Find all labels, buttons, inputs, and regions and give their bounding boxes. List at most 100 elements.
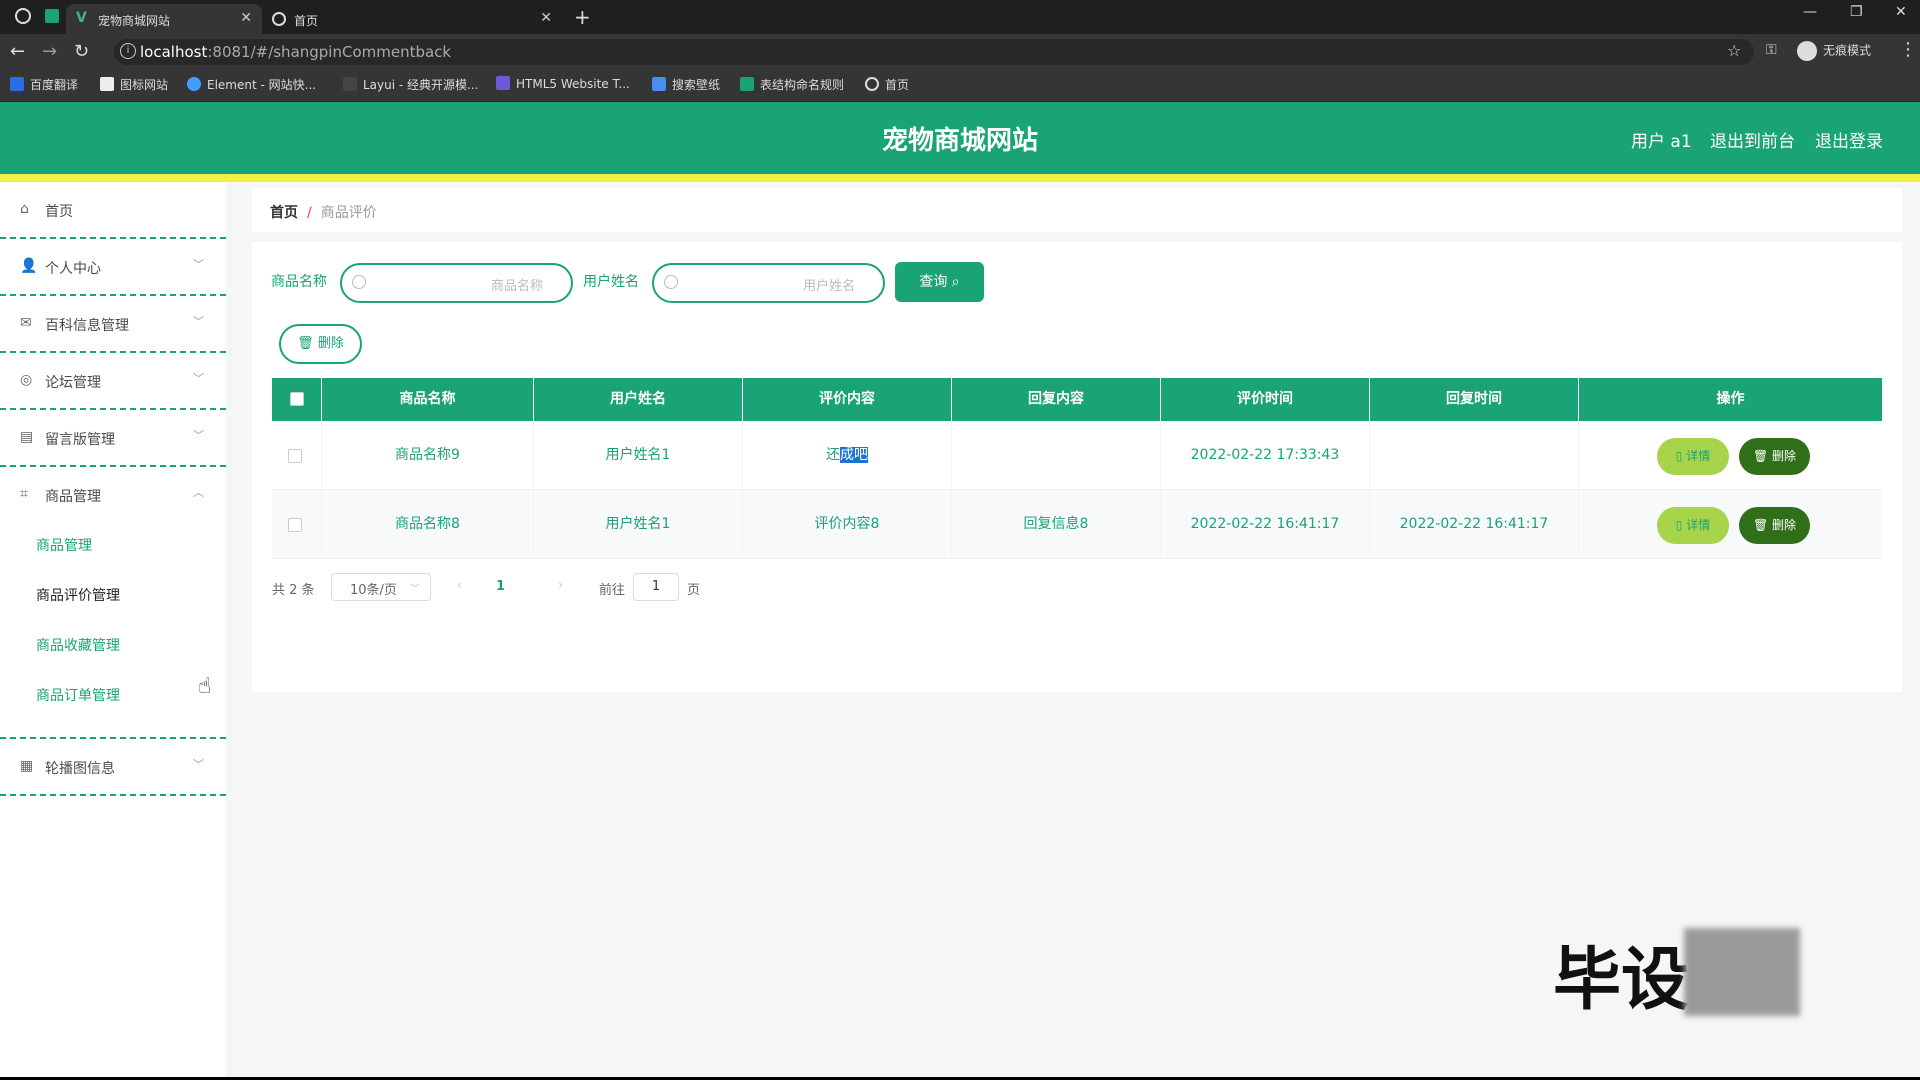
row-checkbox[interactable] xyxy=(288,449,302,463)
prev-page-icon[interactable]: ‹ xyxy=(457,578,462,593)
briefcase-icon: ▤ xyxy=(20,429,34,445)
bookmark-star-icon[interactable]: ☆ xyxy=(1727,41,1741,60)
cell-actions: ▯ 详情 🗑 删除 xyxy=(1579,490,1882,559)
cell-comment: 评价内容8 xyxy=(743,490,952,559)
document-icon: ▯ xyxy=(1675,449,1683,463)
cell-product: 商品名称8 xyxy=(322,490,534,559)
chevron-down-icon: ﹀ xyxy=(193,258,204,271)
product-name-input[interactable]: 商品名称 xyxy=(340,263,573,303)
bookmark-item[interactable]: Layui - 经典开源模... xyxy=(343,76,478,93)
select-all-checkbox[interactable] xyxy=(290,392,304,406)
bookmark-item[interactable]: 图标网站 xyxy=(100,76,168,93)
restore-icon[interactable]: ❐ xyxy=(1850,4,1863,20)
minimize-icon[interactable]: — xyxy=(1803,4,1817,20)
sidebar-item-messages[interactable]: ▤ 留言版管理 ﹀ xyxy=(0,410,226,467)
chevron-down-icon: ﹀ xyxy=(410,584,420,595)
blurred-watermark xyxy=(1684,928,1800,1016)
page-size-select[interactable]: 10条/页 ﹀ xyxy=(331,573,431,601)
cell-user: 用户姓名1 xyxy=(534,421,743,490)
chevron-down-icon: ﹀ xyxy=(193,372,204,385)
user-name-label: 用户姓名 xyxy=(583,274,639,290)
window-close-icon[interactable]: ✕ xyxy=(1895,4,1907,20)
breadcrumb-home[interactable]: 首页 xyxy=(270,205,298,221)
tab-home[interactable]: 首页 ✕ xyxy=(262,4,562,34)
pinned-tab-icon[interactable] xyxy=(45,9,59,23)
app-viewport: 宠物商城网站 用户 a1 退出到前台 退出登录 ⌂ 首页 👤 个人中心 ﹀ ✉ … xyxy=(0,102,1920,1077)
grid-icon: ▦ xyxy=(20,758,34,774)
bookmark-item[interactable]: Element - 网站快... xyxy=(187,76,316,93)
sidebar-item-forum[interactable]: ◎ 论坛管理 ﹀ xyxy=(0,353,226,410)
bookmark-item[interactable]: 首页 xyxy=(865,76,909,93)
bookmark-item[interactable]: HTML5 Website T... xyxy=(496,76,630,91)
hand-cursor-icon: ☝ xyxy=(198,674,212,699)
back-icon[interactable]: ← xyxy=(10,41,25,62)
user-label: 用户 a1 xyxy=(1631,132,1692,152)
column-header: 操作 xyxy=(1716,391,1745,407)
table-header: 商品名称 用户姓名 评价内容 回复内容 评价时间 回复时间 操作 xyxy=(272,378,1882,421)
more-menu-icon[interactable]: ⋮ xyxy=(1899,39,1917,60)
url-bar[interactable]: i localhost:8081/#/shangpinCommentback xyxy=(114,39,1754,65)
submenu-product-favorite[interactable]: 商品收藏管理 xyxy=(36,635,120,655)
cell-actions: ▯ 详情 🗑 删除 xyxy=(1579,421,1882,490)
reload-icon[interactable]: ↻ xyxy=(74,41,89,62)
chrome-icon xyxy=(15,8,31,24)
cell-comment: 还成吧 xyxy=(743,421,952,490)
logout-link[interactable]: 退出登录 xyxy=(1815,127,1883,152)
info-icon[interactable]: i xyxy=(120,43,136,59)
sheet-icon xyxy=(740,77,754,91)
key-icon[interactable]: ⚿ xyxy=(1766,42,1777,58)
page-number[interactable]: 1 xyxy=(496,579,505,594)
column-header: 用户姓名 xyxy=(534,378,743,421)
query-button[interactable]: 查询 ⌕ xyxy=(895,262,984,302)
incognito-indicator[interactable]: 无痕模式 xyxy=(1797,41,1871,61)
delete-button[interactable]: 🗑 删除 xyxy=(1739,438,1810,475)
breadcrumb-current: 商品评价 xyxy=(320,205,377,221)
goto-page-input[interactable]: 1 xyxy=(633,573,679,601)
user-icon: 👤 xyxy=(20,258,38,274)
wallpaper-icon xyxy=(652,77,666,91)
forward-icon[interactable]: → xyxy=(42,41,57,62)
flag-icon xyxy=(100,77,114,91)
new-tab-button[interactable]: + xyxy=(574,5,591,29)
incognito-icon xyxy=(1797,41,1817,61)
sidebar-item-home[interactable]: ⌂ 首页 xyxy=(0,182,226,239)
submenu-product-manage[interactable]: 商品管理 xyxy=(36,535,92,555)
tab-active[interactable]: V 宠物商城网站 ✕ xyxy=(66,4,262,34)
submenu-product-comment[interactable]: 商品评价管理 xyxy=(36,585,120,605)
sidebar-item-carousel[interactable]: ▦ 轮播图信息 ﹀ xyxy=(0,739,226,796)
bookmark-item[interactable]: 表结构命名规则 xyxy=(740,76,844,93)
close-icon[interactable]: ✕ xyxy=(540,10,552,26)
bookmarks-bar: 百度翻译 图标网站 Element - 网站快... Layui - 经典开源模… xyxy=(0,68,1920,102)
row-checkbox[interactable] xyxy=(288,518,302,532)
home-icon: ⌂ xyxy=(20,201,29,217)
globe-icon xyxy=(272,12,286,26)
globe-icon xyxy=(865,77,879,91)
mail-icon: ✉ xyxy=(20,315,32,331)
sidebar-item-products[interactable]: ⌗ 商品管理 ︿ 商品管理 商品评价管理 商品收藏管理 商品订单管理 xyxy=(0,467,226,739)
cell-reply: 回复信息8 xyxy=(952,490,1161,559)
column-header: 评价内容 xyxy=(743,378,952,421)
back-to-front-link[interactable]: 退出到前台 xyxy=(1710,127,1795,152)
bookmark-item[interactable]: 搜索壁纸 xyxy=(652,76,720,93)
sidebar-item-wiki[interactable]: ✉ 百科信息管理 ﹀ xyxy=(0,296,226,353)
detail-button[interactable]: ▯ 详情 xyxy=(1657,507,1729,544)
close-icon[interactable]: ✕ xyxy=(240,10,252,26)
chevron-up-icon: ︿ xyxy=(193,486,204,499)
tab-title: 首页 xyxy=(294,14,319,28)
address-toolbar: ← → ↻ i localhost:8081/#/shangpinComment… xyxy=(0,34,1920,68)
detail-button[interactable]: ▯ 详情 xyxy=(1657,438,1729,475)
batch-delete-button[interactable]: 🗑 删除 xyxy=(279,324,362,364)
crop-icon: ⌗ xyxy=(20,486,28,502)
next-page-icon[interactable]: › xyxy=(558,578,563,593)
bookmark-item[interactable]: 百度翻译 xyxy=(10,76,78,93)
search-icon: ⌕ xyxy=(951,274,960,290)
forum-icon: ◎ xyxy=(20,372,33,388)
table-row: 商品名称8 用户姓名1 评价内容8 回复信息8 2022-02-22 16:41… xyxy=(272,490,1882,559)
submenu-product-order[interactable]: 商品订单管理 xyxy=(36,685,120,705)
sidebar-item-profile[interactable]: 👤 个人中心 ﹀ xyxy=(0,239,226,296)
browser-tab-strip: V 宠物商城网站 ✕ 首页 ✕ + — ❐ ✕ xyxy=(0,0,1920,34)
delete-button[interactable]: 🗑 删除 xyxy=(1739,507,1810,544)
column-header: 回复时间 xyxy=(1370,378,1579,421)
html5-icon xyxy=(496,76,510,90)
user-name-input[interactable]: 用户姓名 xyxy=(652,263,885,303)
